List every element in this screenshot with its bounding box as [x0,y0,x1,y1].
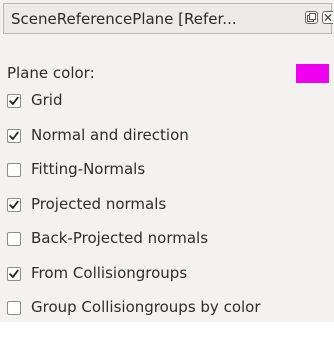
reference-plane-panel: SceneReferencePlane [Refer... Plane colo… [0,0,334,322]
plane-color-swatch[interactable] [296,64,329,83]
checkbox-label-grid[interactable]: Grid [31,91,62,109]
checkbox-label-fitting-normals[interactable]: Fitting-Normals [31,160,145,178]
checkbox-label-back-projected-normals[interactable]: Back-Projected normals [31,229,208,247]
float-restore-icon[interactable] [305,11,318,24]
panel-titlebar[interactable]: SceneReferencePlane [Refer... [3,3,333,34]
checkbox-from-collisiongroups[interactable] [7,266,21,281]
checkbox-back-projected-normals[interactable] [7,232,21,246]
checkbox-projected-normals[interactable] [7,197,21,212]
plane-color-row: Plane color: [7,61,95,85]
checkbox-fitting-normals[interactable] [7,163,21,177]
panel-title: SceneReferencePlane [Refer... [11,10,237,28]
checkbox-label-normal-and-direction[interactable]: Normal and direction [31,126,189,144]
checkbox-label-projected-normals[interactable]: Projected normals [31,195,166,213]
checkbox-label-from-collisiongroups[interactable]: From Collisiongroups [31,264,187,282]
checkbox-group-collisiongroups-by-color[interactable] [7,301,21,315]
close-icon[interactable] [322,11,333,24]
checkbox-grid[interactable] [7,94,21,108]
checkbox-normal-and-direction[interactable] [7,128,21,143]
checkbox-label-group-collisiongroups-by-color[interactable]: Group Collisiongroups by color [31,298,261,316]
plane-color-label: Plane color: [7,64,95,82]
